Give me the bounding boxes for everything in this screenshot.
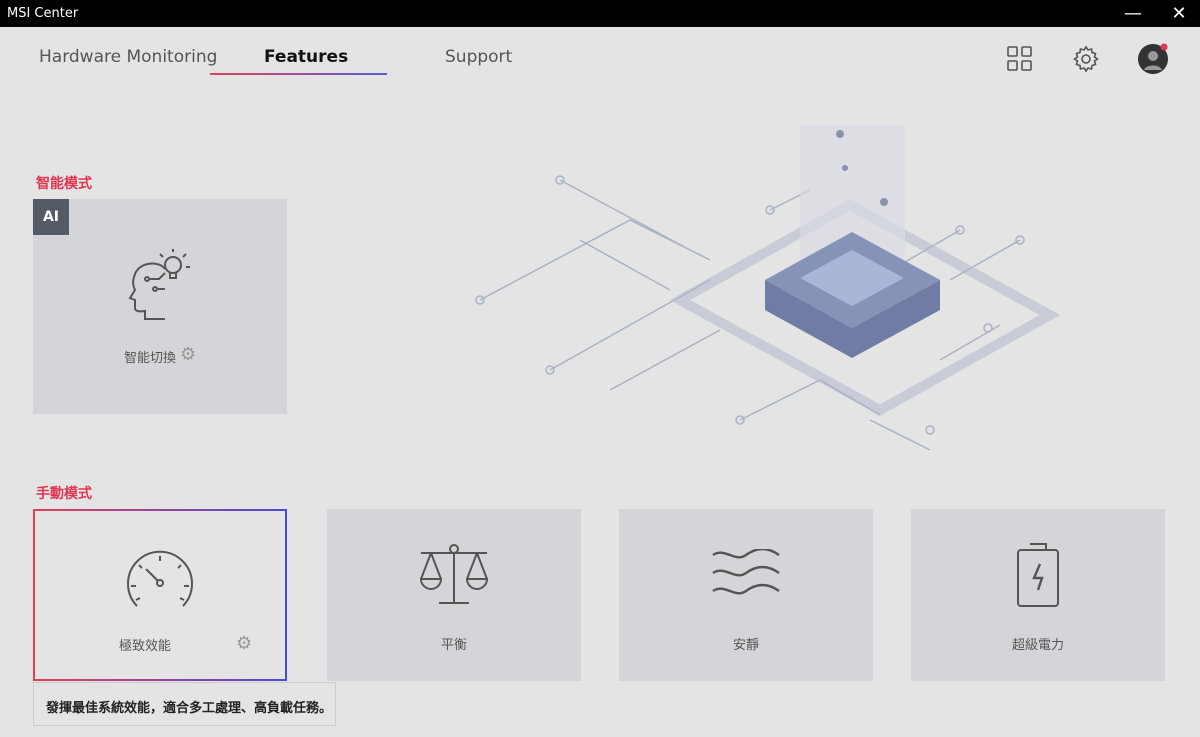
title-bar: MSI Center — ✕ [0, 0, 1200, 27]
smart-switch-label: 智能切換 [123, 351, 176, 366]
active-tab-indicator [210, 73, 387, 75]
smart-mode-heading: 智能模式 [36, 176, 92, 192]
mode-card-balanced[interactable]: 平衡 [327, 509, 581, 681]
tab-hardware-monitoring[interactable]: Hardware Monitoring [39, 47, 217, 67]
brain-bulb-icon [128, 249, 190, 320]
close-button[interactable]: ✕ [1164, 2, 1194, 26]
smart-switch-settings-icon[interactable]: ⚙ [180, 344, 196, 365]
mode-card-super-battery[interactable]: 超級電力 [911, 509, 1165, 681]
mode-settings-icon[interactable]: ⚙ [236, 633, 252, 654]
tab-support[interactable]: Support [445, 47, 512, 67]
smart-switch-card[interactable]: AI 智能切換 ⚙ [33, 199, 287, 414]
minimize-button[interactable]: — [1118, 2, 1148, 26]
mode-tooltip: 發揮最佳系統效能，適合多工處理、高負載任務。 [33, 682, 336, 726]
grid-icon[interactable] [1006, 45, 1034, 73]
balance-scale-icon [419, 544, 489, 604]
ai-badge: AI [33, 199, 69, 235]
window-title: MSI Center [7, 6, 79, 21]
speedometer-icon [127, 550, 193, 607]
cpu-illustration [475, 125, 1061, 451]
waves-icon [712, 549, 780, 595]
battery-icon [1017, 543, 1059, 607]
mode-label: 安靜 [732, 638, 759, 653]
mode-card-extreme-performance[interactable]: 極致效能 ⚙ [33, 509, 287, 681]
avatar[interactable] [1137, 43, 1169, 75]
mode-label: 平衡 [440, 638, 467, 653]
mode-card-silent[interactable]: 安靜 [619, 509, 873, 681]
gear-icon[interactable] [1072, 45, 1100, 73]
manual-mode-heading: 手動模式 [36, 486, 92, 502]
mode-label: 超級電力 [1011, 638, 1064, 653]
tab-features[interactable]: Features [264, 47, 348, 67]
